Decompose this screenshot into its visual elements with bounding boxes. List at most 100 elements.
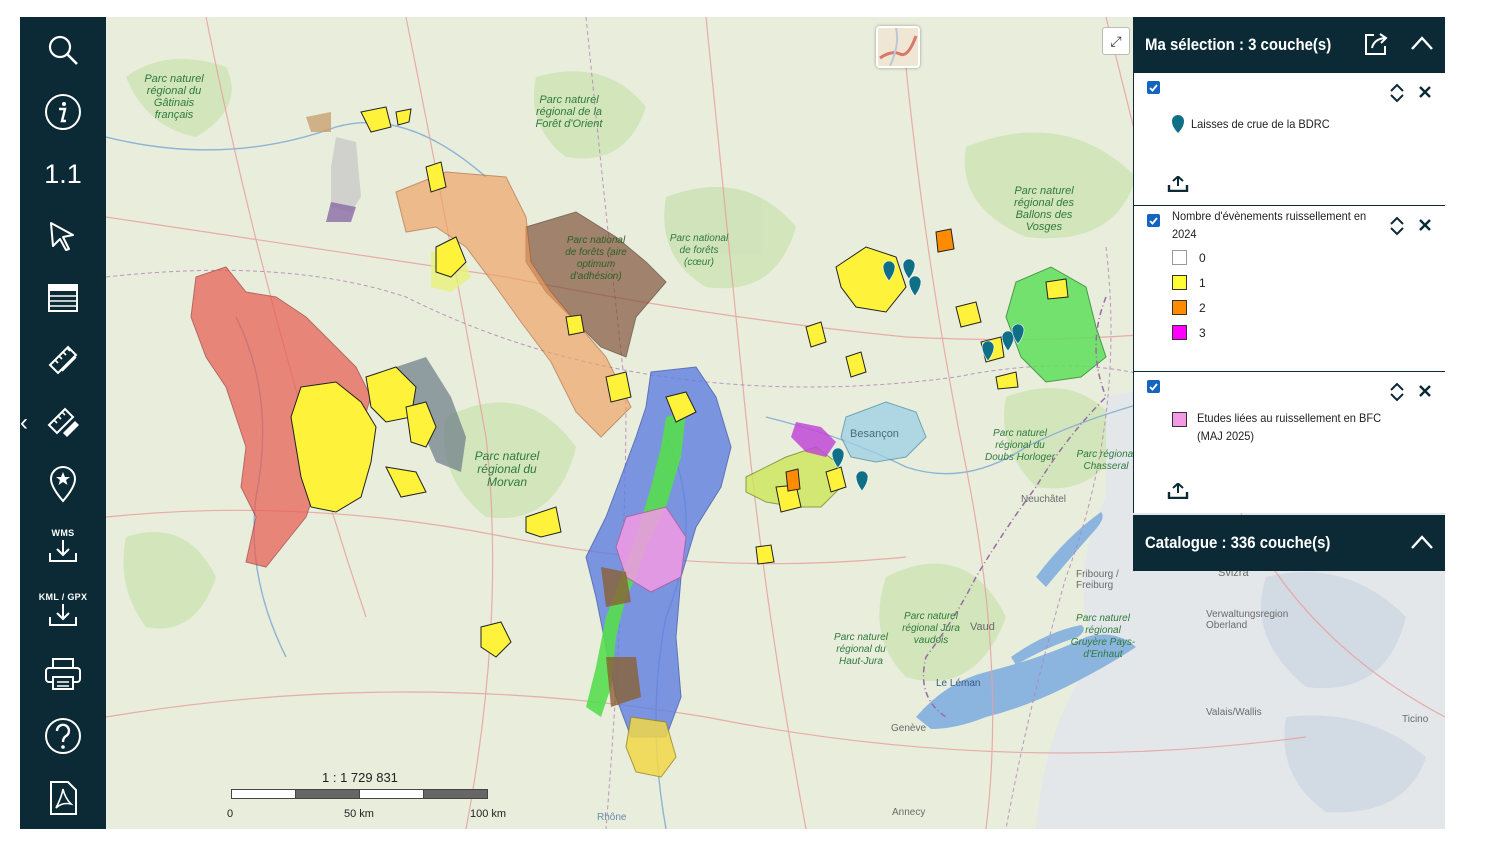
scale-label-100: 100 km bbox=[470, 808, 507, 820]
map-label-doubs-horloger: Parc naturel régional du Doubs Horloger bbox=[984, 428, 1056, 463]
scale-label-50: 50 km bbox=[344, 808, 374, 820]
reorder-icon[interactable] bbox=[1388, 83, 1406, 108]
map-label-jura-vaudois: Parc naturel régional Jura vaudois bbox=[902, 611, 960, 646]
export-icon[interactable] bbox=[1167, 175, 1189, 197]
map-label-oberland: Verwaltungsregion Oberland bbox=[1206, 609, 1289, 631]
attribute-table-icon bbox=[48, 284, 78, 312]
printer-icon bbox=[45, 658, 81, 690]
legend-swatch bbox=[1172, 250, 1187, 265]
selection-panel-header[interactable]: Ma sélection : 3 couche(s) bbox=[1133, 17, 1445, 73]
selection-panel: Ma sélection : 3 couche(s) Laisses de cr… bbox=[1133, 17, 1445, 571]
layer-name-etudes: Etudes liées au ruissellement en BFC (MA… bbox=[1197, 411, 1382, 443]
legend-swatch bbox=[1172, 325, 1187, 340]
kml-download-tool[interactable]: KML / GPX bbox=[33, 587, 93, 633]
measure-area-tool[interactable] bbox=[33, 399, 93, 445]
cursor-arrow-icon bbox=[50, 222, 74, 251]
map-pin-star-icon bbox=[49, 466, 77, 503]
locate-tool[interactable] bbox=[33, 461, 93, 507]
pdf-tool[interactable] bbox=[33, 775, 93, 821]
catalogue-title: Catalogue : 336 couche(s) bbox=[1145, 533, 1331, 552]
map-label-haut-jura: Parc naturel régional du Haut-Jura bbox=[834, 632, 888, 667]
map-label-fribourg: Fribourg / Freiburg bbox=[1076, 569, 1119, 591]
map-label-morvan: Parc naturel régional du Morvan bbox=[474, 449, 540, 489]
scale-label-0: 0 bbox=[227, 808, 234, 820]
basemap-switcher[interactable] bbox=[876, 26, 920, 68]
chevron-up-icon[interactable] bbox=[1410, 534, 1434, 555]
measure-tool[interactable] bbox=[33, 337, 93, 383]
legend-item-1: 1 bbox=[1172, 274, 1206, 291]
layer-checkbox-etudes[interactable] bbox=[1147, 380, 1160, 393]
layer-card-ruissellement: Nombre d'évènements ruissellement en 202… bbox=[1133, 205, 1445, 371]
map-label-ballons-vosges: Parc naturel régional des Ballons des Vo… bbox=[1014, 185, 1074, 233]
map-label-annecy: Annecy bbox=[892, 807, 926, 818]
map-label-foret-orient: Parc naturel régional de la Forêt d'Orie… bbox=[535, 94, 603, 130]
selection-title: Ma sélection : 3 couche(s) bbox=[1145, 35, 1332, 54]
wms-download-tool[interactable]: WMS bbox=[33, 523, 93, 569]
legend-label: 0 bbox=[1199, 250, 1206, 265]
legend-swatch-etudes bbox=[1172, 412, 1187, 427]
legend-swatch bbox=[1172, 275, 1187, 290]
map-label-pn-forets-coeur: Parc national de forêts (cœur) bbox=[669, 233, 729, 268]
legend-label: 1 bbox=[1199, 275, 1206, 290]
map-label-besancon: Besançon bbox=[850, 428, 899, 440]
info-icon bbox=[45, 94, 81, 130]
scale-bar bbox=[231, 789, 488, 799]
layer-name-bdrc: Laisses de crue de la BDRC bbox=[1191, 117, 1330, 131]
share-icon[interactable] bbox=[1363, 31, 1389, 62]
app-window: Parc naturel régional du Gâtinais frança… bbox=[20, 17, 1445, 829]
fullscreen-button[interactable]: ⤢ bbox=[1102, 27, 1130, 55]
kml-label: KML / GPX bbox=[38, 592, 88, 602]
scale-tool-label: 1.1 bbox=[44, 158, 82, 189]
reorder-icon[interactable] bbox=[1388, 382, 1406, 407]
print-tool[interactable] bbox=[33, 651, 93, 697]
map-label-valais: Valais/Wallis bbox=[1206, 707, 1262, 718]
ruler-icon bbox=[48, 345, 78, 375]
basemap-thumbnail-icon bbox=[878, 28, 918, 66]
legend-item-0: 0 bbox=[1172, 249, 1206, 266]
toolbar-collapse-button[interactable]: ‹ bbox=[20, 409, 34, 437]
wms-label: WMS bbox=[51, 528, 75, 538]
layer-card-etudes: Etudes liées au ruissellement en BFC (MA… bbox=[1133, 371, 1445, 513]
scale-tool[interactable]: 1.1 bbox=[33, 151, 93, 197]
legend-item-3: 3 bbox=[1172, 324, 1206, 341]
legend-swatch bbox=[1172, 300, 1187, 315]
download-icon bbox=[49, 540, 77, 562]
info-tool[interactable] bbox=[33, 89, 93, 135]
legend-label: 2 bbox=[1199, 300, 1206, 315]
help-tool[interactable] bbox=[33, 713, 93, 759]
legend-item-2: 2 bbox=[1172, 299, 1206, 316]
check-icon bbox=[1149, 217, 1158, 225]
reorder-icon[interactable] bbox=[1388, 216, 1406, 241]
search-tool[interactable] bbox=[33, 27, 93, 73]
layer-checkbox-bdrc[interactable] bbox=[1147, 81, 1160, 94]
check-icon bbox=[1149, 84, 1158, 92]
chevron-up-icon[interactable] bbox=[1410, 35, 1434, 56]
chevron-left-icon: ‹ bbox=[20, 409, 28, 436]
remove-layer-icon[interactable] bbox=[1418, 384, 1432, 403]
check-icon bbox=[1149, 383, 1158, 391]
map-label-gruyere: Parc naturel régional Gruyère Pays-d'Enh… bbox=[1070, 613, 1136, 660]
search-icon bbox=[48, 35, 78, 65]
remove-layer-icon[interactable] bbox=[1418, 218, 1432, 237]
map-label-rhone: Rhône bbox=[597, 812, 627, 823]
marker-icon bbox=[1172, 115, 1184, 138]
map-label-neuchatel: Neuchâtel bbox=[1021, 494, 1067, 505]
ruler-pen-icon bbox=[47, 407, 79, 437]
catalogue-panel-header[interactable]: Catalogue : 336 couche(s) bbox=[1133, 515, 1445, 571]
scale-ratio: 1 : 1 729 831 bbox=[322, 770, 398, 785]
map-label-pn-forets-adhesion: Parc national de forêts (aire optimum d'… bbox=[565, 235, 627, 282]
map-label-leman: Le Léman bbox=[936, 678, 981, 689]
export-icon[interactable] bbox=[1167, 482, 1189, 504]
select-tool[interactable] bbox=[33, 213, 93, 259]
remove-layer-icon[interactable] bbox=[1418, 85, 1432, 104]
table-tool[interactable] bbox=[33, 275, 93, 321]
map-label-vaud: Vaud bbox=[970, 621, 995, 633]
help-icon bbox=[45, 718, 81, 754]
legend-label: 3 bbox=[1199, 325, 1206, 340]
map-label-ticino: Ticino bbox=[1402, 714, 1429, 725]
map-label-gatinais: Parc naturel régional du Gâtinais frança… bbox=[144, 73, 204, 121]
map-label-geneve: Genève bbox=[891, 723, 927, 734]
layer-checkbox-ruissellement[interactable] bbox=[1147, 214, 1160, 227]
layer-card-bdrc: Laisses de crue de la BDRC bbox=[1133, 73, 1445, 205]
layer-name-ruissellement: Nombre d'évènements ruissellement en 202… bbox=[1172, 209, 1367, 241]
